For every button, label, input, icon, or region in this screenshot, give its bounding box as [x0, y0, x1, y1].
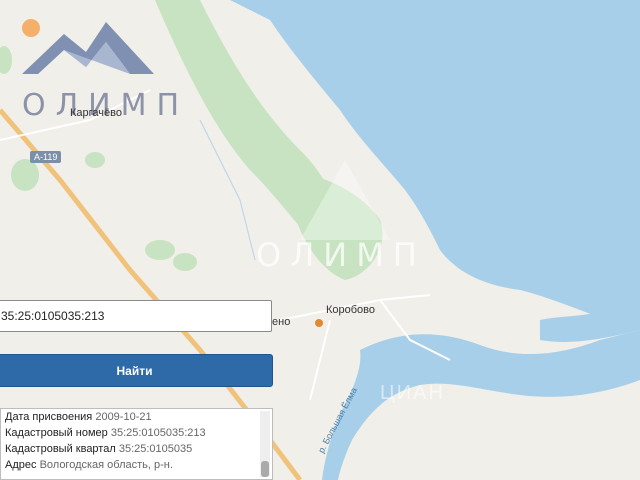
info-row: Дата присвоения 2009-10-21 — [1, 409, 272, 425]
info-label: Кадастровый квартал — [5, 443, 116, 455]
cadastral-search-input[interactable]: 35:25:0105035:213 — [0, 300, 272, 332]
info-label: Адрес — [5, 459, 37, 471]
info-row: Кадастровый квартал 35:25:0105035 — [1, 441, 272, 457]
info-scrollbar[interactable] — [260, 411, 270, 477]
watermark-text-2: ЦИАН — [380, 382, 445, 404]
info-value: 2009-10-21 — [95, 411, 152, 423]
scrollbar-thumb[interactable] — [261, 461, 269, 477]
info-label: Кадастровый номер — [5, 427, 108, 439]
find-button[interactable]: Найти — [0, 354, 273, 387]
info-panel: Дата присвоения 2009-10-21 Кадастровый н… — [0, 408, 273, 480]
info-value: 35:25:0105035:213 — [110, 427, 206, 439]
watermark-text: ОЛИМП — [256, 236, 426, 274]
road-shield-a119: А-119 — [30, 151, 62, 163]
village-marker — [315, 319, 323, 327]
place-label-korobovo: Коробово — [326, 304, 376, 316]
place-label-kargachevo: Каргачёво — [70, 107, 122, 119]
info-value: 35:25:0105035 — [118, 443, 193, 455]
info-row: Кадастровый номер 35:25:0105035:213 — [1, 425, 272, 441]
place-label-partial: ено — [272, 316, 291, 328]
info-label: Дата присвоения — [5, 411, 93, 423]
info-row: Адрес Вологодская область, р-н. — [1, 457, 272, 473]
info-value: Вологодская область, р-н. — [39, 459, 173, 471]
